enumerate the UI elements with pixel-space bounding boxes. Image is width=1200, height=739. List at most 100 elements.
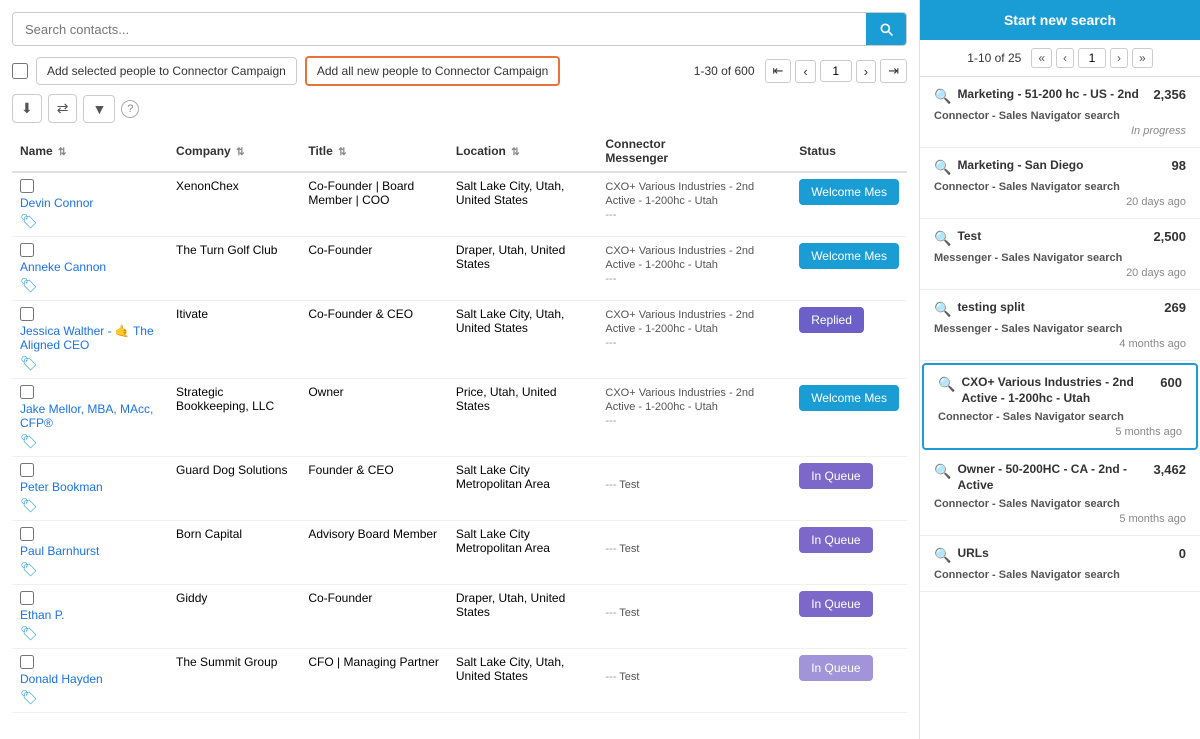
location-text: Price, Utah, United States [456, 385, 557, 413]
add-all-button[interactable]: Add all new people to Connector Campaign [305, 56, 560, 86]
cell-connector: --- Test [597, 649, 791, 713]
col-company[interactable]: Company ⇅ [168, 131, 300, 172]
search-item-sub: Messenger - Sales Navigator search [934, 323, 1122, 335]
cell-name: Donald Hayden 🏷 [12, 649, 168, 713]
table-row: Anneke Cannon 🏷 The Turn Golf Club Co-Fo… [12, 237, 907, 301]
company-name: Itivate [176, 307, 208, 321]
connector-text: --- Test [605, 607, 639, 619]
row-checkbox[interactable] [20, 307, 34, 321]
contact-name-link[interactable]: Ethan P. [20, 608, 160, 622]
inqueue-button[interactable]: In Queue [799, 591, 872, 617]
search-list-item[interactable]: 🔍 Marketing - San Diego 98 Connector - S… [920, 148, 1200, 219]
export-button[interactable]: ⬇ [12, 94, 42, 123]
search-item-meta: Connector - Sales Navigator search [938, 408, 1182, 423]
inqueue-button[interactable]: In Queue [799, 527, 872, 553]
contact-name-link[interactable]: Peter Bookman [20, 480, 160, 494]
right-pagination: 1-10 of 25 « ‹ › » [920, 40, 1200, 77]
search-item-meta: Connector - Sales Navigator search [934, 178, 1186, 193]
cell-connector: --- Test [597, 521, 791, 585]
right-next-btn[interactable]: › [1110, 48, 1128, 68]
welcome-button[interactable]: Welcome Mes [799, 243, 899, 269]
title-text: Co-Founder | Board Member | COO [308, 179, 414, 207]
last-page-button[interactable]: ⇥ [880, 59, 907, 83]
row-checkbox[interactable] [20, 463, 34, 477]
cell-location: Draper, Utah, United States [448, 585, 598, 649]
next-page-button[interactable]: › [856, 60, 876, 83]
search-item-sub: Connector - Sales Navigator search [934, 110, 1120, 122]
table-row: Peter Bookman 🏷 Guard Dog Solutions Foun… [12, 457, 907, 521]
cell-name: Jake Mellor, MBA, MAcc, CFP® 🏷 [12, 379, 168, 457]
tag-icon: 🏷 [20, 355, 160, 372]
table-row: Jake Mellor, MBA, MAcc, CFP® 🏷 Strategic… [12, 379, 907, 457]
partial-button[interactable]: In Queue [799, 655, 872, 681]
contact-name-link[interactable]: Devin Connor [20, 196, 160, 210]
search-input[interactable] [13, 14, 866, 45]
select-all-checkbox[interactable] [12, 63, 28, 79]
search-list-item[interactable]: 🔍 URLs 0 Connector - Sales Navigator sea… [920, 536, 1200, 592]
search-status: In progress [1131, 125, 1186, 137]
search-list-item[interactable]: 🔍 testing split 269 Messenger - Sales Na… [920, 290, 1200, 361]
search-time-row: 20 days ago [934, 264, 1186, 279]
prev-page-button[interactable]: ‹ [795, 60, 815, 83]
right-page-input[interactable] [1078, 48, 1106, 68]
replied-button[interactable]: Replied [799, 307, 864, 333]
contact-name-link[interactable]: Paul Barnhurst [20, 544, 160, 558]
page-input[interactable] [820, 60, 852, 82]
welcome-button[interactable]: Welcome Mes [799, 179, 899, 205]
help-icon[interactable]: ? [121, 100, 139, 118]
cell-location: Draper, Utah, United States [448, 237, 598, 301]
search-list-item[interactable]: 🔍 Test 2,500 Messenger - Sales Navigator… [920, 219, 1200, 290]
add-selected-button[interactable]: Add selected people to Connector Campaig… [36, 57, 297, 85]
cell-status: In Queue [791, 649, 907, 713]
inqueue-button[interactable]: In Queue [799, 463, 872, 489]
col-title[interactable]: Title ⇅ [300, 131, 448, 172]
title-text: Co-Founder [308, 243, 372, 257]
cell-status: Welcome Mes [791, 379, 907, 457]
row-checkbox[interactable] [20, 385, 34, 399]
search-bar [12, 12, 907, 46]
right-first-btn[interactable]: « [1031, 48, 1052, 68]
title-text: Owner [308, 385, 343, 399]
search-item-header: 🔍 URLs 0 [934, 546, 1186, 564]
cell-company: The Summit Group [168, 649, 300, 713]
row-checkbox[interactable] [20, 655, 34, 669]
contact-name-link[interactable]: Anneke Cannon [20, 260, 160, 274]
search-list-item[interactable]: 🔍 CXO+ Various Industries - 2nd Active -… [922, 363, 1198, 450]
title-text: CFO | Managing Partner [308, 655, 439, 669]
filter-button[interactable]: ▼ [83, 95, 115, 123]
search-list-item[interactable]: 🔍 Owner - 50-200HC - CA - 2nd - Active 3… [920, 452, 1200, 536]
search-button[interactable] [866, 13, 906, 45]
search-item-title: Owner - 50-200HC - CA - 2nd - Active [957, 462, 1147, 493]
row-checkbox[interactable] [20, 527, 34, 541]
search-item-count: 3,462 [1153, 462, 1186, 477]
right-prev-btn[interactable]: ‹ [1056, 48, 1074, 68]
search-list-item[interactable]: 🔍 Marketing - 51-200 hc - US - 2nd 2,356… [920, 77, 1200, 148]
search-item-header: 🔍 Marketing - San Diego 98 [934, 158, 1186, 176]
col-location[interactable]: Location ⇅ [448, 131, 598, 172]
contact-name-link[interactable]: Donald Hayden [20, 672, 160, 686]
row-checkbox[interactable] [20, 179, 34, 193]
location-text: Salt Lake City, Utah, United States [456, 307, 565, 335]
search-time-row: In progress [934, 122, 1186, 137]
action-bar: Add selected people to Connector Campaig… [12, 56, 907, 86]
connector-text: --- Test [605, 543, 639, 555]
right-last-btn[interactable]: » [1132, 48, 1153, 68]
contact-name-link[interactable]: Jessica Walther - 🤙 The Aligned CEO [20, 324, 160, 352]
contact-name-link[interactable]: Jake Mellor, MBA, MAcc, CFP® [20, 402, 160, 430]
first-page-button[interactable]: ⇤ [765, 59, 792, 83]
title-text: Co-Founder & CEO [308, 307, 413, 321]
row-checkbox[interactable] [20, 591, 34, 605]
cell-title: Founder & CEO [300, 457, 448, 521]
cell-name: Peter Bookman 🏷 [12, 457, 168, 521]
cell-company: Strategic Bookkeeping, LLC [168, 379, 300, 457]
col-name[interactable]: Name ⇅ [12, 131, 168, 172]
location-text: Salt Lake City, Utah, United States [456, 655, 565, 683]
search-list: 🔍 Marketing - 51-200 hc - US - 2nd 2,356… [920, 77, 1200, 739]
pagination-top: 1-30 of 600 ⇤ ‹ › ⇥ [694, 59, 907, 83]
cell-status: Welcome Mes [791, 237, 907, 301]
right-panel-header[interactable]: Start new search [920, 0, 1200, 40]
row-checkbox[interactable] [20, 243, 34, 257]
shuffle-button[interactable]: ⇄ [48, 94, 78, 123]
search-item-count: 0 [1179, 546, 1186, 561]
welcome-button[interactable]: Welcome Mes [799, 385, 899, 411]
